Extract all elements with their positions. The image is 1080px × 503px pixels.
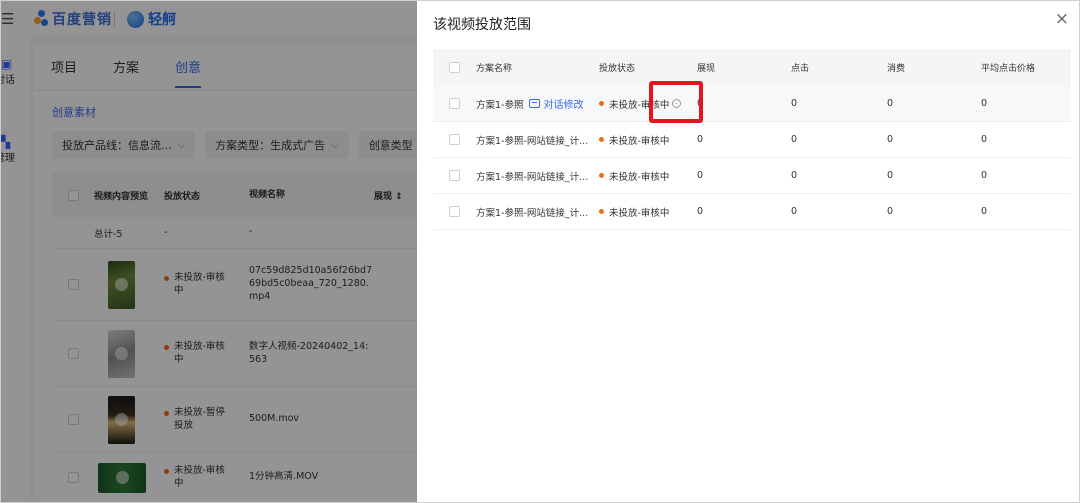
column-header: 消费 bbox=[887, 64, 906, 74]
placement-scope-drawer: 该视频投放范围 × 方案名称 投放状态 展现 点击 消费 平均点击价格 方案1-… bbox=[417, 1, 1079, 502]
plan-name: 方案1-参照-网站链接_计... bbox=[476, 171, 589, 183]
show-value: 0 bbox=[697, 98, 704, 109]
status-dot-icon bbox=[599, 137, 604, 142]
cost-value: 0 bbox=[887, 206, 894, 217]
status-text: 未投放-审核中 bbox=[609, 135, 670, 147]
click-value: 0 bbox=[791, 170, 798, 181]
status-dot-icon bbox=[599, 101, 604, 106]
click-value: 0 bbox=[791, 134, 798, 145]
chat-icon bbox=[529, 99, 541, 108]
column-header: 点击 bbox=[791, 64, 810, 74]
cost-value: 0 bbox=[887, 170, 894, 181]
plan-table: 方案名称 投放状态 展现 点击 消费 平均点击价格 方案1-参照 对话修改 未投… bbox=[433, 49, 1071, 230]
avg-cpc-value: 0 bbox=[981, 170, 988, 181]
column-header: 平均点击价格 bbox=[981, 64, 1036, 74]
avg-cpc-value: 0 bbox=[981, 206, 988, 217]
click-value: 0 bbox=[791, 206, 798, 217]
column-header: 方案名称 bbox=[476, 64, 513, 74]
table-row[interactable]: 方案1-参照-网站链接_计... 未投放-审核中 0 0 0 0 bbox=[433, 194, 1071, 230]
show-value: 0 bbox=[697, 170, 704, 181]
column-header: 展现 bbox=[697, 64, 716, 74]
row-checkbox[interactable] bbox=[449, 170, 460, 181]
cost-value: 0 bbox=[887, 98, 894, 109]
table-row[interactable]: 方案1-参照-网站链接_计... 未投放-审核中 0 0 0 0 bbox=[433, 158, 1071, 194]
annotation-highlight-box bbox=[649, 81, 703, 123]
status-dot-icon bbox=[599, 173, 604, 178]
show-value: 0 bbox=[697, 134, 704, 145]
drawer-title: 该视频投放范围 bbox=[433, 17, 531, 33]
column-header: 投放状态 bbox=[599, 64, 636, 74]
close-icon[interactable]: × bbox=[1055, 11, 1069, 28]
plan-name: 方案1-参照 bbox=[476, 99, 524, 111]
plan-name: 方案1-参照-网站链接_计... bbox=[476, 207, 589, 219]
status-dot-icon bbox=[599, 209, 604, 214]
status-text: 未投放-审核中 bbox=[609, 207, 670, 219]
modal-overlay[interactable] bbox=[1, 1, 417, 502]
row-checkbox[interactable] bbox=[449, 134, 460, 145]
show-value: 0 bbox=[697, 206, 704, 217]
screenshot-frame: ☰ 百度营销 轻舸 ▣ 对话 ▚ 管理 项目 方案 创意 bbox=[0, 0, 1080, 503]
row-checkbox[interactable] bbox=[449, 98, 460, 109]
chat-edit-label: 对话修改 bbox=[543, 100, 584, 111]
select-all-checkbox[interactable] bbox=[449, 62, 460, 73]
avg-cpc-value: 0 bbox=[981, 98, 988, 109]
cost-value: 0 bbox=[887, 134, 894, 145]
table-row[interactable]: 方案1-参照 对话修改 未投放-审核中 0 0 0 0 bbox=[433, 86, 1071, 122]
chat-edit-link[interactable]: 对话修改 bbox=[529, 96, 583, 111]
row-checkbox[interactable] bbox=[449, 206, 460, 217]
plan-name: 方案1-参照-网站链接_计... bbox=[476, 135, 589, 147]
click-value: 0 bbox=[791, 98, 798, 109]
table-header: 方案名称 投放状态 展现 点击 消费 平均点击价格 bbox=[433, 49, 1071, 86]
table-row[interactable]: 方案1-参照-网站链接_计... 未投放-审核中 0 0 0 0 bbox=[433, 122, 1071, 158]
status-text: 未投放-审核中 bbox=[609, 171, 670, 183]
avg-cpc-value: 0 bbox=[981, 134, 988, 145]
